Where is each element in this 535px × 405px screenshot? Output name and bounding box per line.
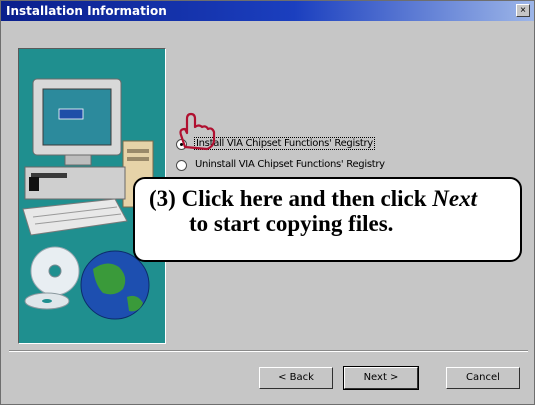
next-button[interactable]: Next > — [343, 366, 419, 390]
callout-text: Click here and then click — [181, 186, 427, 211]
callout-line2: to start copying files. — [189, 211, 394, 236]
callout-step: (3) — [149, 186, 176, 211]
back-button[interactable]: < Back — [259, 367, 333, 389]
installation-dialog: Installation Information × Install VIA C… — [0, 0, 535, 405]
title-bar: Installation Information × — [1, 1, 534, 21]
install-option-label: Install VIA Chipset Functions' Registry — [194, 137, 375, 150]
window-title: Installation Information — [6, 4, 167, 18]
button-divider — [9, 350, 528, 352]
callout-emphasis: Next — [432, 186, 477, 211]
hand-pointer-icon — [179, 112, 216, 151]
uninstall-option-label: Uninstall VIA Chipset Functions' Registr… — [195, 159, 385, 170]
uninstall-radio[interactable] — [176, 160, 187, 171]
cancel-button[interactable]: Cancel — [446, 367, 520, 389]
close-button[interactable]: × — [516, 4, 530, 17]
instruction-callout: (3) Click here and then click Next to st… — [133, 177, 522, 262]
